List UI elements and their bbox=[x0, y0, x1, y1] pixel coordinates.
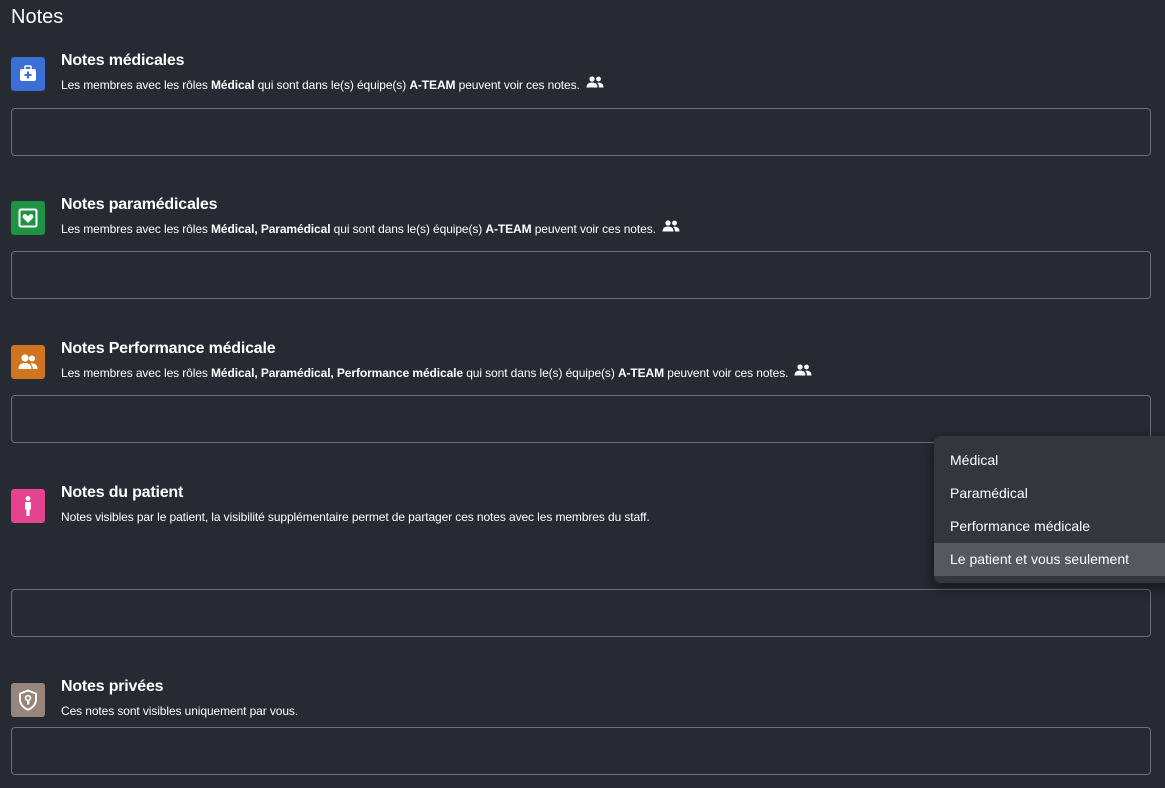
people-icon bbox=[662, 220, 680, 232]
section-title: Notes médicales bbox=[61, 52, 185, 69]
section-title: Notes du patient bbox=[61, 484, 184, 501]
section-title: Notes privées bbox=[61, 678, 164, 695]
menu-item-patient-only[interactable]: Le patient et vous seulement bbox=[934, 543, 1165, 576]
section-description: Ces notes sont visibles uniquement par v… bbox=[61, 704, 299, 718]
private-notes-input[interactable] bbox=[11, 727, 1151, 775]
section-description: Les membres avec les rôles Médical, Para… bbox=[61, 364, 812, 380]
medical-kit-icon bbox=[11, 57, 45, 91]
section-description: Notes visibles par le patient, la visibi… bbox=[61, 510, 650, 524]
menu-item-medical[interactable]: Médical bbox=[934, 444, 1165, 477]
heart-icon bbox=[11, 201, 45, 235]
paramedical-notes-input[interactable] bbox=[11, 251, 1151, 299]
section-title: Notes paramédicales bbox=[61, 196, 218, 213]
section-description: Les membres avec les rôles Médical qui s… bbox=[61, 76, 604, 92]
person-icon bbox=[11, 489, 45, 523]
menu-item-performance[interactable]: Performance médicale bbox=[934, 510, 1165, 543]
notes-page: Notes Notes médicales Les membres avec l… bbox=[0, 0, 1165, 788]
people-icon bbox=[794, 364, 812, 376]
visibility-menu: Médical Paramédical Performance médicale… bbox=[934, 436, 1165, 583]
section-title: Notes Performance médicale bbox=[61, 340, 276, 357]
medical-notes-input[interactable] bbox=[11, 108, 1151, 156]
people-icon bbox=[586, 76, 604, 88]
page-title: Notes bbox=[11, 6, 64, 28]
menu-item-paramedical[interactable]: Paramédical bbox=[934, 477, 1165, 510]
group-icon bbox=[11, 345, 45, 379]
shield-lock-icon bbox=[11, 683, 45, 717]
section-description: Les membres avec les rôles Médical, Para… bbox=[61, 220, 680, 236]
patient-notes-input[interactable] bbox=[11, 589, 1151, 637]
